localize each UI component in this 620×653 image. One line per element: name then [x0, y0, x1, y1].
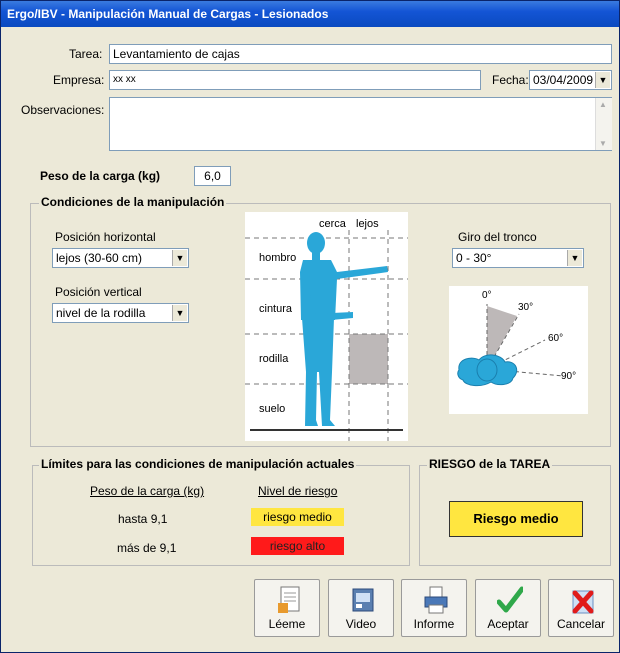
observaciones-scrollbar[interactable]: ▲ ▼: [595, 98, 612, 150]
limites-group: [32, 465, 410, 566]
limit-row-2-peso: más de 9,1: [117, 541, 177, 555]
giro-value: 0 - 30°: [456, 251, 492, 265]
peso-input[interactable]: 6,0: [194, 166, 231, 186]
chevron-down-icon[interactable]: ▼: [567, 250, 582, 266]
angle-60-label: 60°: [548, 333, 564, 344]
angle-90-label: 90°: [561, 371, 577, 382]
condiciones-title: Condiciones de la manipulación: [39, 195, 227, 209]
figure-hombro-label: hombro: [259, 252, 297, 264]
cancelar-label: Cancelar: [556, 617, 606, 631]
printer-icon: [424, 586, 448, 614]
limit-row-2-nivel: riesgo alto: [251, 537, 344, 555]
figure-suelo-label: suelo: [259, 403, 286, 415]
observaciones-label: Observaciones:: [21, 103, 105, 117]
title-bar: Ergo/IBV - Manipulación Manual de Cargas…: [1, 1, 619, 27]
document-pencil-icon: [278, 586, 300, 613]
cancel-x-icon: [572, 590, 594, 614]
figure-cintura-label: cintura: [259, 303, 293, 315]
pos-vertical-value: nivel de la rodilla: [56, 306, 146, 320]
leeme-label: Léeme: [268, 617, 306, 631]
empresa-label: Empresa:: [53, 73, 105, 87]
cancelar-button[interactable]: Cancelar: [548, 579, 614, 637]
trunk-rotation-figure: 0° 30° 60° 90°: [449, 286, 588, 414]
pos-horizontal-select[interactable]: lejos (30-60 cm) ▼: [52, 248, 189, 268]
limites-col-peso: Peso de la carga (kg): [90, 484, 205, 498]
app-window: Ergo/IBV - Manipulación Manual de Cargas…: [0, 0, 620, 653]
limit-row-1-nivel: riesgo medio: [251, 508, 344, 526]
limites-col-nivel: Nivel de riesgo: [258, 484, 338, 498]
video-label: Video: [345, 617, 377, 631]
chevron-down-icon[interactable]: ▼: [172, 250, 187, 266]
riesgo-title: RIESGO de la TAREA: [427, 457, 553, 471]
figure-rodilla-label: rodilla: [259, 353, 289, 365]
video-button[interactable]: Video: [328, 579, 394, 637]
aceptar-label: Aceptar: [487, 617, 529, 631]
riesgo-value: Riesgo medio: [449, 501, 583, 537]
limit-row-1-peso: hasta 9,1: [118, 512, 168, 526]
angle-30-label: 30°: [518, 302, 534, 313]
chevron-down-icon[interactable]: ▼: [595, 72, 610, 88]
empresa-input[interactable]: xx xx: [109, 70, 481, 90]
peso-label: Peso de la carga (kg): [40, 169, 161, 183]
scroll-up-icon[interactable]: ▲: [599, 100, 607, 109]
aceptar-button[interactable]: Aceptar: [475, 579, 541, 637]
fecha-label: Fecha:: [492, 73, 529, 87]
video-camera-icon: [352, 588, 374, 612]
figure-lejos-label: lejos: [356, 218, 379, 230]
limites-title: Límites para las condiciones de manipula…: [39, 457, 357, 471]
pos-vertical-label: Posición vertical: [55, 285, 142, 299]
informe-label: Informe: [413, 617, 455, 631]
tarea-label: Tarea:: [69, 47, 103, 61]
angle-0-label: 0°: [482, 290, 492, 301]
pos-horizontal-label: Posición horizontal: [55, 230, 156, 244]
giro-label: Giro del tronco: [458, 230, 537, 244]
giro-select[interactable]: 0 - 30° ▼: [452, 248, 584, 268]
tarea-input[interactable]: Levantamiento de cajas: [109, 44, 612, 64]
chevron-down-icon[interactable]: ▼: [172, 305, 187, 321]
informe-button[interactable]: Informe: [401, 579, 467, 637]
scroll-down-icon[interactable]: ▼: [599, 139, 607, 148]
fecha-value: 03/04/2009: [533, 73, 594, 87]
leeme-button[interactable]: Léeme: [254, 579, 320, 637]
figure-cerca-label: cerca: [319, 218, 346, 230]
fecha-picker[interactable]: 03/04/2009 ▼: [529, 70, 612, 90]
observaciones-textarea[interactable]: [109, 97, 612, 151]
pos-vertical-select[interactable]: nivel de la rodilla ▼: [52, 303, 189, 323]
pos-horizontal-value: lejos (30-60 cm): [56, 251, 143, 265]
body-position-figure: cerca lejos hombro cintura rodilla suelo: [245, 212, 408, 441]
checkmark-icon: [497, 586, 523, 613]
